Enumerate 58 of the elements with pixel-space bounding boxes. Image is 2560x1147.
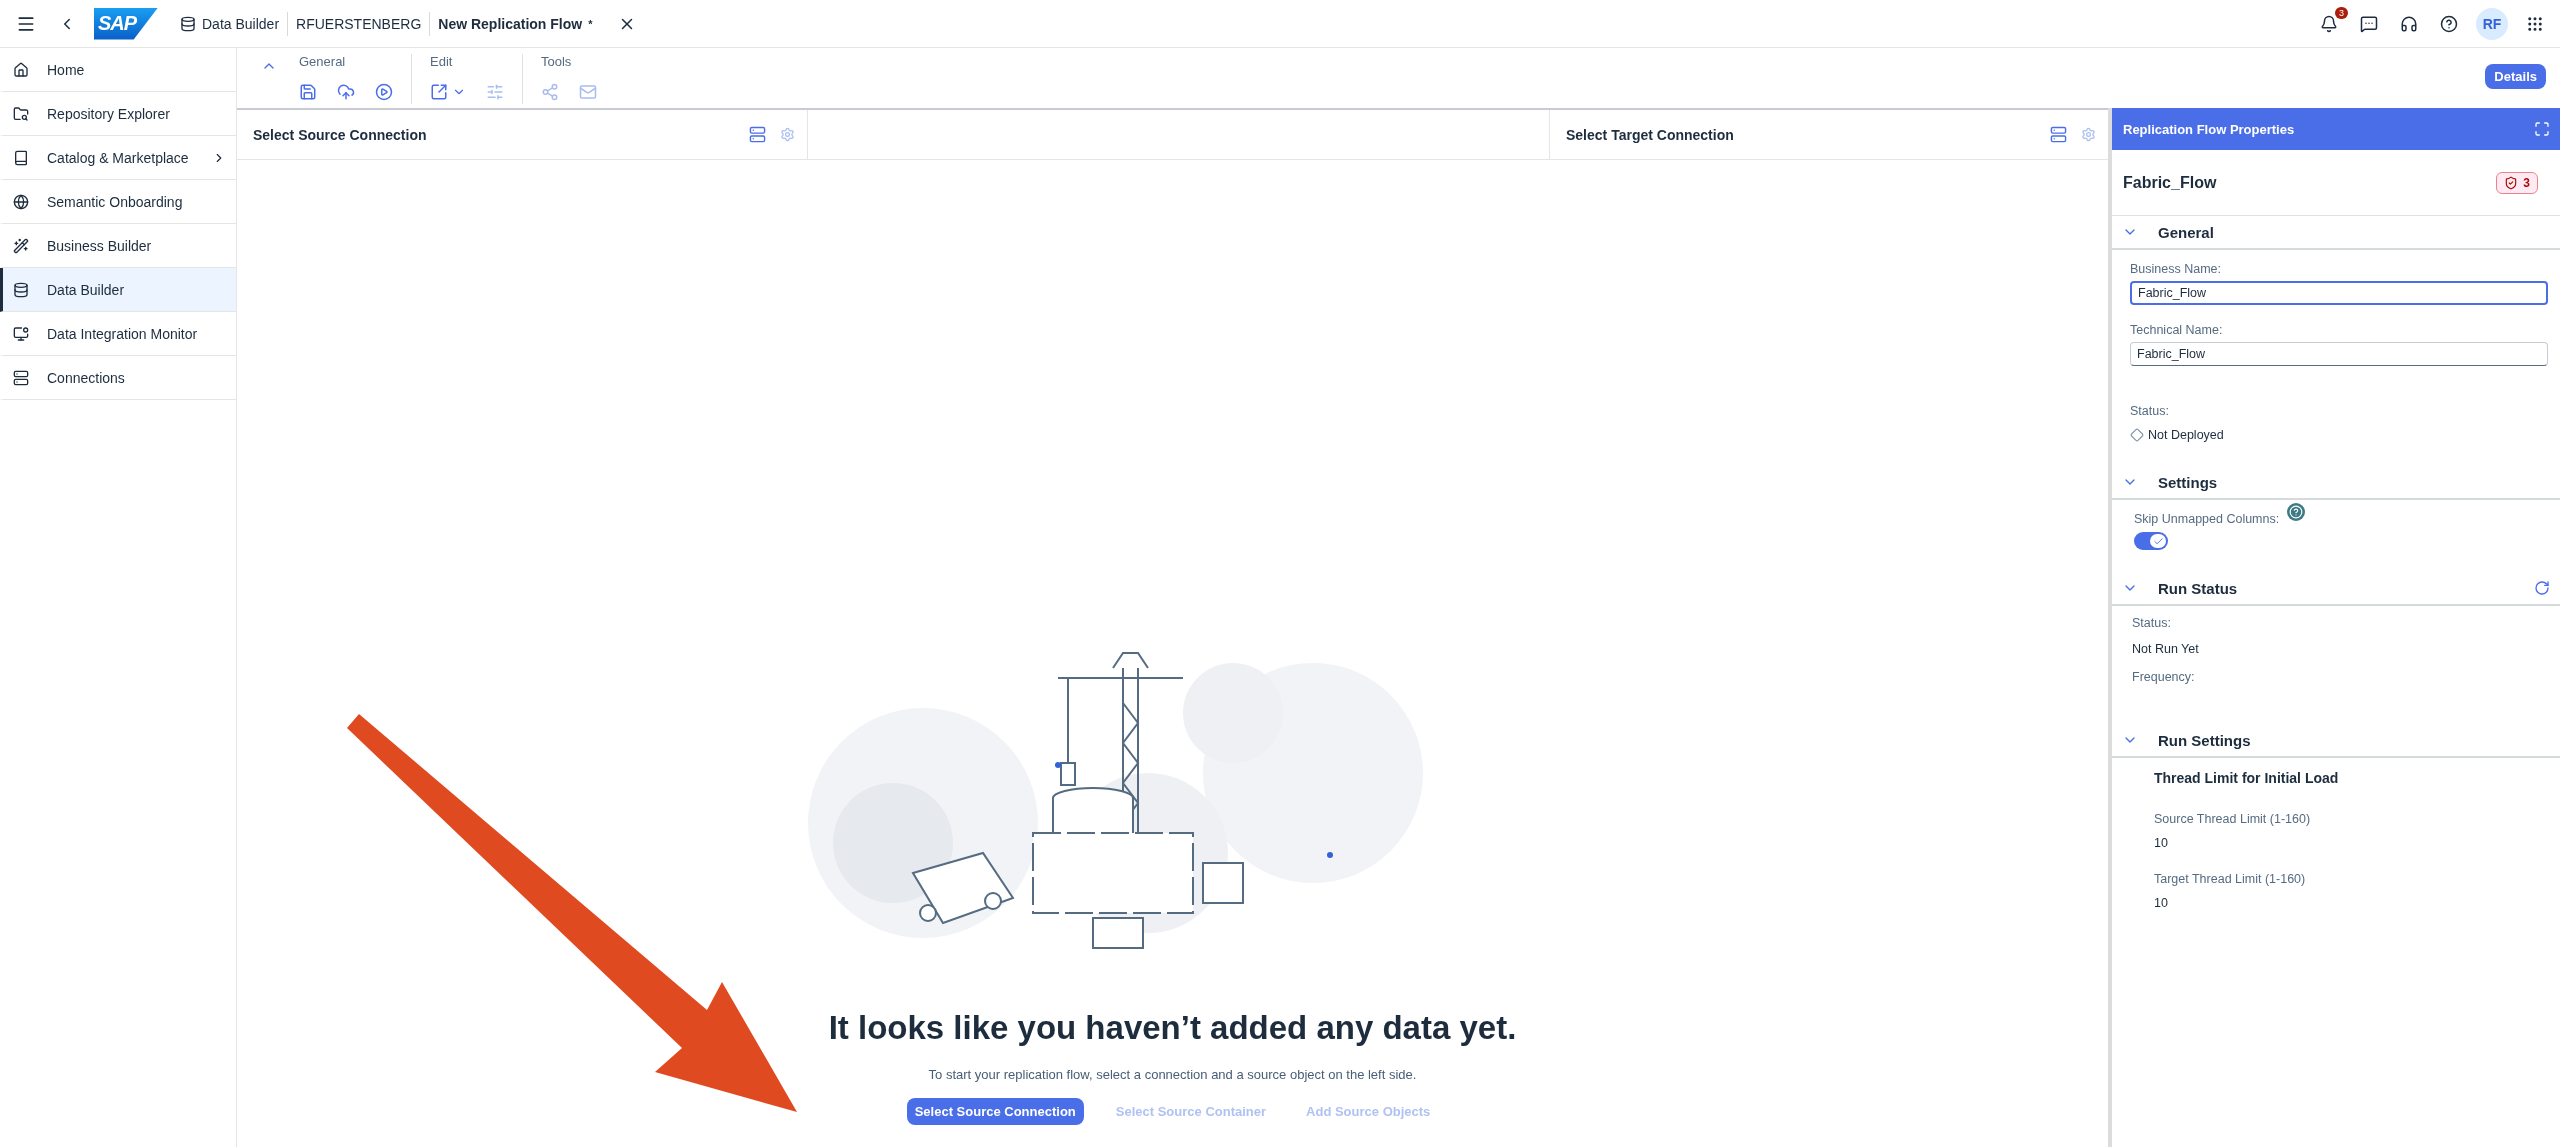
expand-icon[interactable]	[2534, 121, 2550, 137]
folder-search-icon	[13, 105, 29, 122]
field-label: Skip Unmapped Columns:	[2134, 512, 2548, 526]
section-header[interactable]: Settings	[2112, 466, 2560, 500]
breadcrumb[interactable]: RFUERSTENBERG	[287, 11, 430, 36]
section-title: Run Status	[2158, 579, 2239, 597]
field-label: Status:	[2130, 404, 2170, 418]
database-icon	[13, 281, 29, 298]
empty-state-title: It looks like you haven’t added any data yet.	[828, 1009, 1517, 1047]
section-title: General	[2158, 223, 2215, 241]
toolbar-group-label: Tools	[541, 54, 573, 71]
source-thread-limit: 10	[2154, 836, 2169, 850]
target-connection-title: Select Target Connection	[1566, 126, 1735, 143]
section-title: Run Settings	[2158, 731, 2252, 749]
status-value: Not Deployed	[2130, 428, 2548, 442]
field-label: Source Thread Limit (1-160)	[2154, 812, 2312, 826]
database-icon	[180, 15, 196, 32]
field-label: Status:	[2132, 616, 2172, 630]
panel-title: Replication Flow Properties	[2123, 121, 2295, 137]
technical-name-field[interactable]: Fabric_Flow	[2130, 342, 2548, 366]
section-title: Settings	[2158, 473, 2219, 491]
field-label: Technical Name:	[2130, 323, 2224, 337]
target-thread-limit: 10	[2154, 896, 2169, 910]
server-icon[interactable]	[2050, 126, 2067, 143]
object-name: Fabric_Flow	[2123, 173, 2217, 192]
check-icon	[2152, 535, 2164, 547]
diamond-icon	[2130, 428, 2144, 442]
field-label: Business Name:	[2130, 262, 2222, 276]
user-avatar[interactable]: RF	[2476, 7, 2508, 40]
skip-columns-switch[interactable]	[2134, 532, 2168, 550]
toolbar-group-label: Edit	[430, 54, 454, 71]
business-name-field[interactable]: Fabric_Flow	[2130, 281, 2548, 305]
validation-badge[interactable]: 3	[2496, 171, 2538, 194]
source-connection-title: Select Source Connection	[253, 126, 428, 143]
monitor-icon	[13, 325, 29, 342]
toolbar-group-label: General	[299, 54, 347, 71]
empty-state-text: To start your replication flow, select a connection and a source object on the left side.	[928, 1067, 1417, 1082]
refresh-icon[interactable]	[2534, 580, 2550, 596]
logo[interactable]: SAP	[94, 7, 158, 40]
field-label: Frequency:	[2132, 670, 2196, 684]
run-status-value: Not Run Yet	[2132, 642, 2200, 656]
step-button[interactable]: Select Source Connection	[906, 1098, 1084, 1125]
breadcrumb[interactable]: Data Builder	[172, 11, 288, 36]
section-header[interactable]: Run Settings	[2112, 724, 2560, 758]
section-header[interactable]: General	[2112, 216, 2560, 250]
house-icon	[13, 61, 29, 78]
book-icon	[13, 149, 29, 166]
details-button[interactable]: Details	[2485, 64, 2546, 89]
server-icon	[13, 369, 29, 386]
sidebar-item[interactable]: Data Builder	[0, 268, 236, 312]
globe-icon	[13, 193, 29, 210]
field-label: Target Thread Limit (1-160)	[2154, 872, 2307, 886]
notification-badge: 3	[2335, 6, 2348, 19]
breadcrumb[interactable]: New Replication Flow *	[429, 11, 601, 36]
server-icon[interactable]	[749, 126, 766, 143]
section-header[interactable]: Run Status	[2112, 572, 2560, 606]
wand-icon	[13, 237, 29, 254]
subsection-title: Thread Limit for Initial Load	[2154, 770, 2340, 786]
